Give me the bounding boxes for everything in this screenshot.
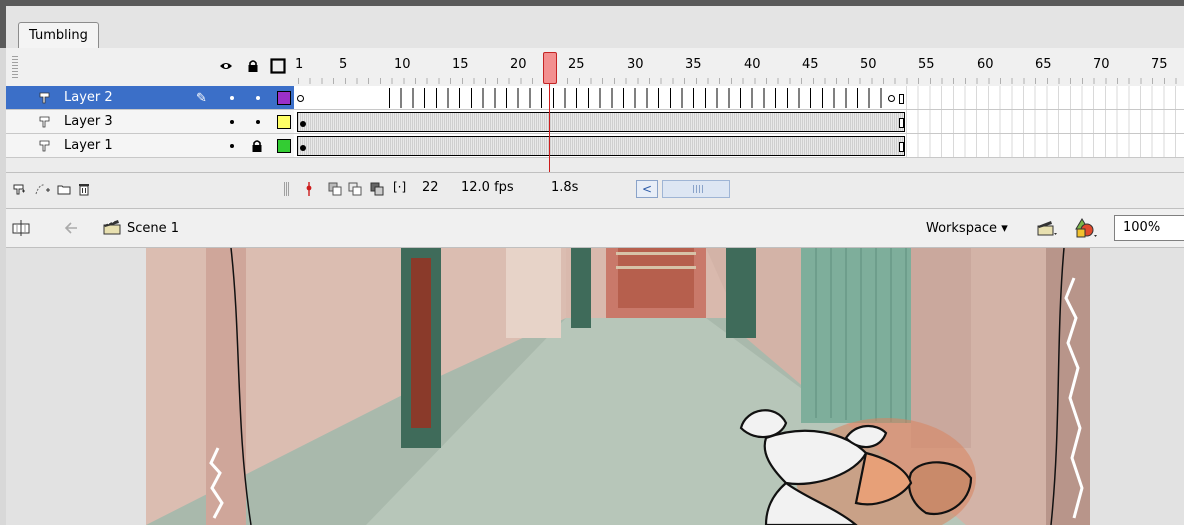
insert-layer-icon[interactable] (12, 182, 26, 196)
span-end-marker (899, 142, 904, 152)
timeline-header: 1 5 10 15 20 25 30 35 40 45 50 55 60 65 … (6, 48, 1184, 86)
eye-icon[interactable] (219, 59, 233, 73)
playhead-line (549, 84, 550, 176)
frame-strip[interactable] (294, 134, 1184, 158)
stage-area[interactable] (6, 248, 1184, 525)
frame-number: 50 (860, 57, 877, 72)
outline-color-swatch[interactable] (277, 91, 291, 105)
visible-toggle[interactable] (230, 120, 234, 124)
layer-name-cell[interactable]: Layer 2 ✎ (6, 86, 294, 110)
layer-name: Layer 3 (64, 114, 113, 129)
zoom-field[interactable]: 100% (1114, 215, 1184, 241)
frame-number: 25 (568, 57, 585, 72)
frame-number: 55 (918, 57, 935, 72)
frame-strip[interactable] (294, 86, 1184, 110)
layer-row[interactable]: Layer 1 (6, 134, 1184, 158)
frame-number: 75 (1151, 57, 1168, 72)
outline-color-swatch[interactable] (277, 139, 291, 153)
frame-ticks (298, 78, 1184, 84)
span-end-marker (899, 118, 904, 128)
edit-multiple-frames-icon[interactable] (370, 182, 384, 196)
center-frame-icon[interactable] (304, 182, 314, 196)
frame-number: 30 (627, 57, 644, 72)
visible-toggle[interactable] (230, 144, 234, 148)
outline-color-swatch[interactable] (277, 115, 291, 129)
trash-icon[interactable] (77, 182, 91, 196)
edit-symbols-icon[interactable] (1074, 217, 1098, 239)
empty-frames-grid (906, 110, 1184, 133)
timeline-footer: [·] 22 12.0 fps 1.8s < (6, 172, 1184, 204)
keyframe[interactable] (300, 121, 306, 127)
static-frame-span[interactable] (297, 112, 905, 132)
layer-row[interactable]: Layer 2 ✎ (6, 86, 1184, 110)
frame-number: 20 (510, 57, 527, 72)
span-end-marker (899, 94, 904, 104)
insert-folder-icon[interactable] (57, 182, 71, 196)
edit-bar: Scene 1 Workspace ▾ 100% (6, 208, 1184, 248)
document-tab[interactable]: Tumbling (18, 22, 99, 49)
layer-icon (39, 92, 50, 104)
panel-grip[interactable] (12, 56, 18, 80)
elapsed-time: 1.8s (551, 180, 579, 195)
frame-number: 5 (339, 57, 348, 72)
document-tab-bar: Tumbling (0, 6, 1184, 50)
blank-keyframe[interactable] (297, 95, 304, 102)
stage-artwork[interactable] (6, 248, 1184, 525)
workspace-menu[interactable]: Workspace ▾ (926, 221, 1008, 236)
frame-number: 40 (744, 57, 761, 72)
layer-row[interactable]: Layer 3 (6, 110, 1184, 134)
scene-clapper-icon (103, 220, 121, 235)
frame-rate[interactable]: 12.0 fps (461, 180, 514, 195)
back-arrow-icon[interactable] (64, 221, 78, 235)
layer-name: Layer 2 (64, 90, 113, 105)
keyframe[interactable] (300, 145, 306, 151)
pencil-icon: ✎ (196, 91, 207, 106)
frame-number: 15 (452, 57, 469, 72)
playhead-handle[interactable] (543, 52, 557, 84)
scene-label[interactable]: Scene 1 (127, 221, 179, 236)
scroll-left-button[interactable]: < (636, 180, 658, 198)
frame-number: 70 (1093, 57, 1110, 72)
lock-icon[interactable] (246, 59, 260, 73)
frame-number: 65 (1035, 57, 1052, 72)
frame-strip[interactable] (294, 110, 1184, 134)
empty-frames-grid (906, 134, 1184, 157)
layer-icon (39, 116, 50, 128)
lock-toggle[interactable] (256, 120, 260, 124)
visible-toggle[interactable] (230, 96, 234, 100)
frame-number: 45 (802, 57, 819, 72)
add-motion-guide-icon[interactable] (34, 182, 52, 196)
layer-name: Layer 1 (64, 138, 113, 153)
lock-icon[interactable] (251, 139, 263, 153)
edit-scene-icon[interactable] (1036, 219, 1058, 237)
frame-number: 10 (394, 57, 411, 72)
timeline-panel: 1 5 10 15 20 25 30 35 40 45 50 55 60 65 … (6, 48, 1184, 208)
outline-icon[interactable] (270, 58, 286, 74)
onion-skin-icon[interactable] (328, 182, 342, 196)
flash-editor-window: Tumbling 1 5 10 15 20 25 30 35 40 45 50 … (0, 0, 1184, 525)
layer-icon (39, 140, 50, 152)
frame-number: 35 (685, 57, 702, 72)
onion-skin-outlines-icon[interactable] (348, 182, 362, 196)
divider-grip[interactable] (284, 182, 290, 196)
show-hide-timeline-icon[interactable] (12, 219, 30, 237)
lock-toggle[interactable] (256, 96, 260, 100)
empty-frames-grid (906, 86, 1184, 109)
current-frame: 22 (422, 180, 439, 195)
modify-onion-markers-icon[interactable]: [·] (393, 180, 406, 194)
keyframe-sequence[interactable] (389, 88, 889, 108)
layer-name-cell[interactable]: Layer 1 (6, 134, 294, 158)
frame-number: 1 (295, 57, 304, 72)
layer-name-cell[interactable]: Layer 3 (6, 110, 294, 134)
frame-number: 60 (977, 57, 994, 72)
blank-keyframe[interactable] (888, 95, 895, 102)
timeline-scrollbar[interactable] (662, 180, 730, 198)
frame-ruler[interactable]: 1 5 10 15 20 25 30 35 40 45 50 55 60 65 … (290, 48, 1184, 86)
static-frame-span[interactable] (297, 136, 905, 156)
